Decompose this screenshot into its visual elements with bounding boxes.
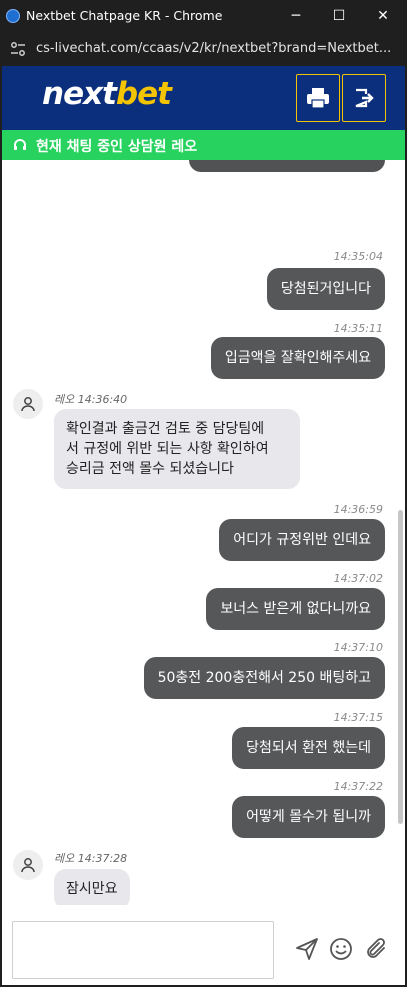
user-message: 어떻게 몰수가 됩니까 [232,796,385,838]
app-logo-icon [6,9,20,23]
url-text[interactable]: cs-livechat.com/ccaas/v2/kr/nextbet?bran… [36,41,391,56]
message-timestamp: 14:37:02 [333,572,383,585]
message-timestamp: 14:37:10 [333,641,383,654]
message-timestamp: 14:35:11 [333,322,383,335]
print-button[interactable] [296,74,340,122]
agent-message-line: 서 규정에 위반 되는 사항 확인하여 [66,441,269,457]
agent-avatar [13,389,43,419]
brand-logo: nextbet [42,76,172,112]
window-title: Nextbet Chatpage KR - Chrome [26,8,223,23]
emoji-button[interactable] [328,936,354,962]
exit-chat-button[interactable] [342,74,386,122]
agent-status-bar: 현재 채팅 중인 상담원 레오 [2,130,405,160]
message-timestamp: 14:35:04 [333,250,383,263]
attach-button[interactable] [363,936,389,962]
chat-transcript[interactable]: 14:35:04 당첨된거입니다 14:35:11 입금액을 잘확인해주세요 레… [2,160,405,905]
site-settings-icon[interactable] [8,39,28,59]
message-timestamp: 14:37:15 [333,711,383,724]
headset-icon [14,139,26,150]
message-composer [2,905,405,985]
user-message: 어디가 규정위반 인데요 [219,519,385,561]
message-timestamp: 14:36:40 [77,393,128,406]
agent-message: 잠시만요 [54,869,130,905]
close-button[interactable]: ✕ [361,0,405,32]
agent-message-line: 확인결과 출금건 검토 중 담당팀에 [66,421,265,437]
message-input[interactable] [12,921,274,979]
maximize-button[interactable]: ☐ [317,0,361,32]
message-timestamp: 14:36:59 [333,503,383,516]
user-message: 입금액을 잘확인해주세요 [210,337,385,379]
message-timestamp: 14:37:28 [77,852,128,865]
user-message: 당첨된거입니다 [266,268,385,310]
user-icon [21,397,35,412]
message-timestamp: 14:37:22 [333,780,383,793]
user-message: 당첨되서 환전 했는데 [232,727,385,769]
user-message: 보너스 받은게 없다니까요 [206,588,385,630]
agent-name: 레오 [54,393,75,406]
previous-message-bubble [189,160,385,172]
chat-app: nextbet 현재 채팅 중인 상담원 레오 14:35:04 당첨된거입니다… [2,66,405,985]
minimize-button[interactable]: ─ [274,0,318,32]
emoji-icon [330,938,352,960]
send-icon [296,938,318,960]
user-message: 50충전 200충전해서 250 배팅하고 [143,657,385,699]
brand-logo-part1: next [42,76,117,112]
address-bar: cs-livechat.com/ccaas/v2/kr/nextbet?bran… [0,32,407,66]
paperclip-icon [367,938,385,958]
chat-scrollbar[interactable] [398,510,403,824]
agent-name: 레오 [54,852,75,865]
window-titlebar: Nextbet Chatpage KR - Chrome ─ ☐ ✕ [0,0,407,32]
chat-header: nextbet [2,66,405,130]
agent-message: 확인결과 출금건 검토 중 담당팀에 서 규정에 위반 되는 사항 확인하여 승… [54,409,300,489]
printer-icon [307,88,329,109]
agent-message-meta: 레오 14:37:28 [54,850,127,866]
user-icon [21,858,35,873]
brand-logo-part2: bet [115,76,172,112]
agent-message-meta: 레오 14:36:40 [54,391,127,407]
agent-status-text: 현재 채팅 중인 상담원 레오 [36,139,198,155]
exit-icon [355,88,374,108]
send-button[interactable] [294,936,320,962]
agent-avatar [13,850,43,880]
agent-message-line: 승리금 전액 몰수 되셨습니다 [66,461,234,477]
